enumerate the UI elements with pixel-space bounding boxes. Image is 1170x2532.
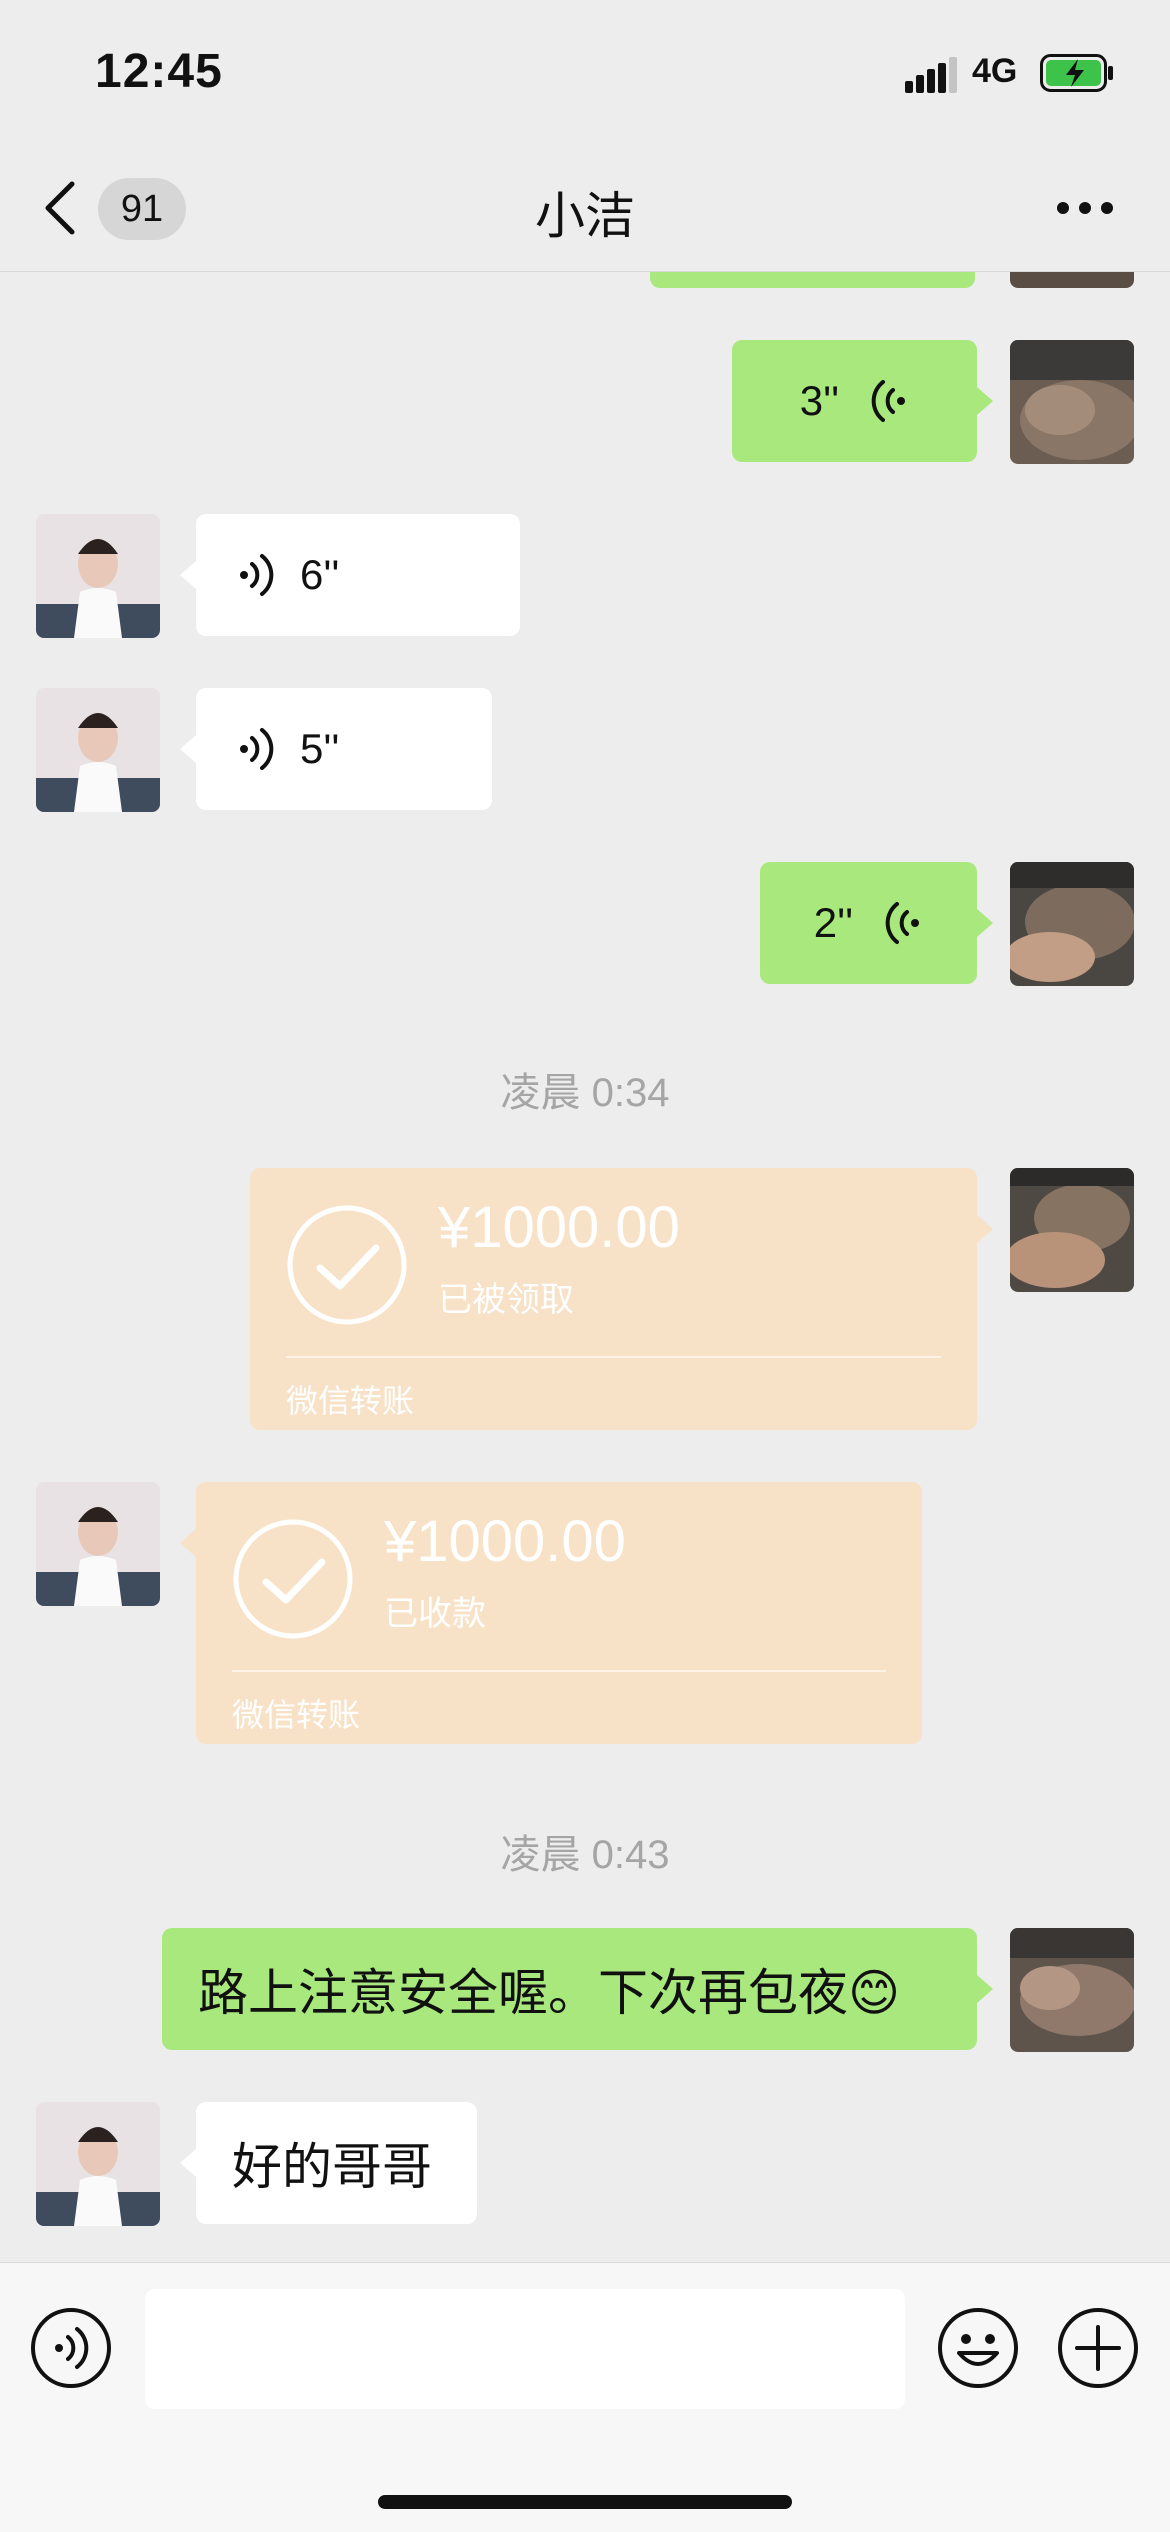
my-avatar[interactable] — [1010, 340, 1134, 464]
my-avatar[interactable] — [1010, 862, 1134, 986]
voice-wave-icon — [240, 554, 274, 596]
status-time: 12:45 — [95, 45, 223, 98]
divider — [232, 1670, 886, 1672]
voice-wave-icon — [871, 380, 906, 422]
timestamp: 凌晨 0:43 — [500, 1833, 670, 1877]
transfer-amount: ¥1000.00 — [384, 1509, 626, 1574]
check-circle-icon — [233, 1519, 353, 1639]
voice-message-sent[interactable]: 2'' — [760, 862, 993, 984]
contact-avatar[interactable] — [36, 1482, 160, 1606]
timestamp: 凌晨 0:34 — [500, 1071, 670, 1115]
voice-input-icon[interactable] — [30, 2307, 112, 2389]
chat-title: 小洁 — [535, 188, 635, 244]
signal-icon — [905, 57, 957, 93]
contact-avatar[interactable] — [36, 2102, 160, 2226]
voice-duration: 5'' — [300, 725, 340, 772]
check-circle-icon — [287, 1205, 407, 1325]
message-text: 好的哥哥 — [232, 2139, 432, 2195]
network-type: 4G — [972, 52, 1018, 90]
text-message-sent[interactable]: 路上注意安全喔。下次再包夜😊 — [162, 1928, 993, 2050]
voice-duration: 3'' — [799, 377, 840, 424]
transfer-status: 已被领取 — [438, 1281, 574, 1319]
chat-header: 91 小洁 — [0, 140, 1170, 272]
contact-avatar[interactable] — [36, 688, 160, 812]
voice-message-received[interactable]: 5'' — [180, 688, 492, 810]
transfer-message-sent[interactable]: ¥1000.00 已被领取 微信转账 — [250, 1168, 993, 1430]
voice-duration: 2'' — [813, 899, 854, 946]
input-bar — [0, 2262, 1170, 2532]
voice-message-received[interactable]: 6'' — [180, 514, 520, 636]
transfer-message-received[interactable]: ¥1000.00 已收款 微信转账 — [180, 1482, 922, 1744]
battery-charging-icon — [1040, 54, 1113, 92]
transfer-status: 已收款 — [384, 1595, 486, 1633]
transfer-label: 微信转账 — [286, 1383, 415, 1419]
home-indicator — [378, 2495, 792, 2509]
more-icon[interactable] — [1055, 200, 1115, 216]
status-bar: 12:45 4G — [0, 0, 1170, 140]
voice-wave-icon — [885, 902, 920, 944]
voice-message-sent[interactable]: 3'' — [732, 340, 993, 462]
transfer-amount: ¥1000.00 — [438, 1195, 680, 1260]
voice-wave-icon — [240, 728, 274, 770]
emoji-icon[interactable] — [937, 2307, 1019, 2389]
divider — [286, 1356, 941, 1358]
transfer-label: 微信转账 — [232, 1697, 361, 1733]
voice-duration: 6'' — [300, 551, 340, 598]
plus-icon[interactable] — [1057, 2307, 1139, 2389]
message-input[interactable] — [145, 2289, 905, 2409]
message-text: 路上注意安全喔。下次再包夜😊 — [198, 1965, 901, 2021]
text-message-received[interactable]: 好的哥哥 — [180, 2102, 477, 2224]
contact-avatar[interactable] — [36, 514, 160, 638]
my-avatar[interactable] — [1010, 1168, 1134, 1292]
my-avatar[interactable] — [1010, 1928, 1134, 2052]
